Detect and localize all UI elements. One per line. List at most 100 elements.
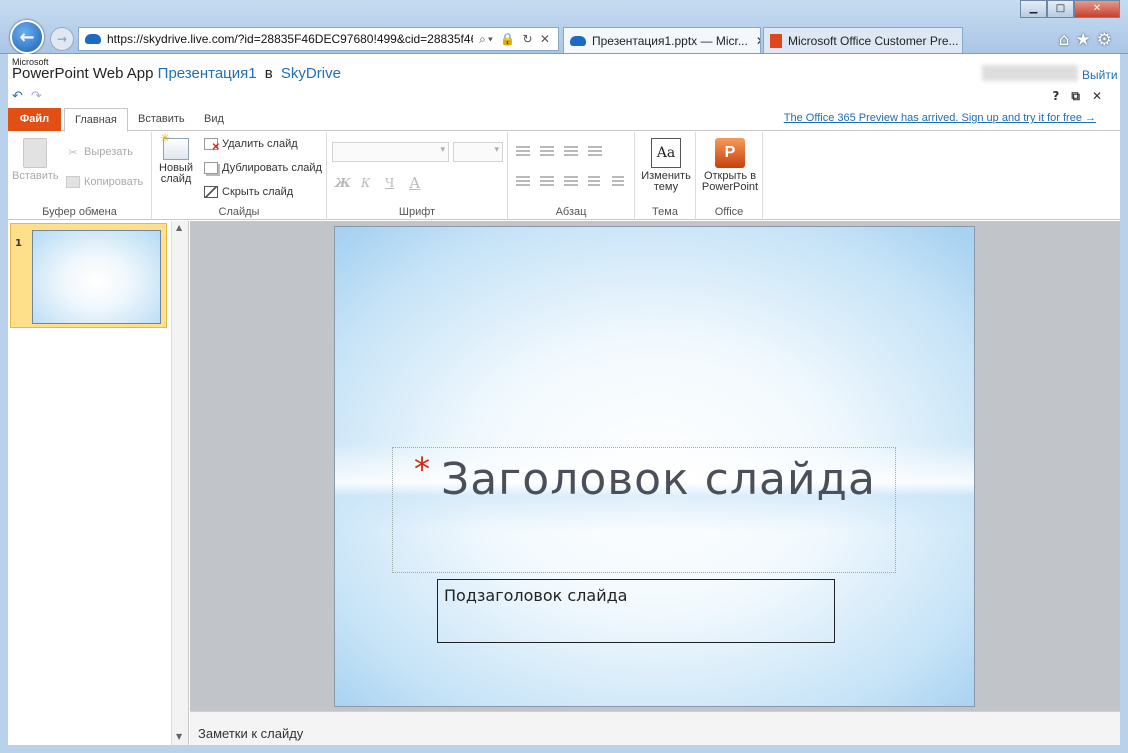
paste-icon bbox=[23, 138, 47, 168]
align-left-icon[interactable] bbox=[516, 176, 530, 188]
office365-promo-link[interactable]: The Office 365 Preview has arrived. Sign… bbox=[784, 112, 1096, 124]
thumbnails-scrollbar[interactable]: ▲ ▼ bbox=[171, 221, 188, 745]
powerpoint-icon: P bbox=[715, 138, 745, 168]
slide-number: 1 bbox=[15, 238, 22, 249]
theme-icon: Aa bbox=[651, 138, 681, 168]
sign-out-link[interactable]: Выйти bbox=[1082, 68, 1118, 82]
redo-icon[interactable]: ↷ bbox=[31, 89, 42, 104]
ltr-icon[interactable] bbox=[588, 176, 600, 188]
address-url[interactable]: https://skydrive.live.com/?id=28835F46DE… bbox=[107, 32, 473, 46]
font-group-label: Шрифт bbox=[398, 206, 436, 218]
slide: * Заголовок слайда Подзаголовок слайда bbox=[334, 226, 975, 707]
paste-label: Вставить bbox=[12, 170, 59, 182]
ribbon-tabs: Файл Главная Вставить Вид The Office 365… bbox=[8, 107, 1120, 132]
new-slide-icon: ✳ bbox=[160, 132, 189, 160]
font-size-combo[interactable] bbox=[453, 142, 503, 162]
close-tab-icon[interactable]: ✕ bbox=[748, 34, 760, 48]
office-group: P Открыть в PowerPoint Office bbox=[696, 132, 763, 220]
slide-notes[interactable]: Заметки к слайду bbox=[190, 711, 1120, 745]
minimize-button[interactable]: ▁ bbox=[1020, 0, 1047, 18]
office-icon bbox=[770, 33, 782, 48]
undo-icon[interactable]: ↶ bbox=[12, 89, 23, 104]
paragraph-group: Абзац bbox=[508, 132, 635, 220]
delete-slide-icon: ✕ bbox=[204, 138, 220, 153]
duplicate-slide-label: Дублировать слайд bbox=[222, 162, 322, 174]
powerpoint-web-app: Microsoft PowerPoint Web App Презентация… bbox=[8, 54, 1120, 745]
hide-slide-button[interactable]: Скрыть слайд bbox=[204, 186, 293, 198]
skydrive-icon bbox=[85, 34, 101, 44]
tab-home[interactable]: Главная bbox=[64, 108, 128, 132]
skydrive-icon bbox=[570, 35, 586, 46]
bullets-icon[interactable] bbox=[516, 146, 530, 158]
slide-thumbnail[interactable]: 1 bbox=[10, 223, 167, 328]
slide-title[interactable]: Заголовок слайда bbox=[441, 454, 876, 505]
clipboard-group-label: Буфер обмена bbox=[42, 206, 117, 218]
home-icon[interactable]: ⌂ bbox=[1059, 30, 1076, 50]
tab-view[interactable]: Вид bbox=[194, 108, 234, 131]
subtitle-placeholder[interactable]: Подзаголовок слайда bbox=[437, 579, 835, 643]
font-color-button[interactable]: А bbox=[409, 174, 420, 192]
change-theme-button[interactable]: Aa Изменить тему bbox=[639, 138, 693, 193]
increase-indent-icon[interactable] bbox=[588, 146, 602, 158]
app-name: PowerPoint Web App bbox=[12, 65, 154, 82]
duplicate-slide-icon bbox=[204, 162, 218, 174]
duplicate-slide-button[interactable]: Дублировать слайд bbox=[204, 162, 322, 174]
change-theme-label: Изменить тему bbox=[641, 170, 691, 193]
copy-label: Копировать bbox=[84, 176, 144, 188]
title-placeholder[interactable]: * Заголовок слайда bbox=[392, 447, 896, 573]
underline-button[interactable]: Ч bbox=[385, 176, 394, 190]
cut-label: Вырезать bbox=[84, 146, 133, 158]
browser-tab-customer-preview[interactable]: Microsoft Office Customer Pre... bbox=[763, 27, 963, 53]
delete-slide-button[interactable]: ✕ Удалить слайд bbox=[204, 138, 298, 153]
notes-placeholder: Заметки к слайду bbox=[198, 726, 304, 741]
address-tools[interactable]: ⌕▾ 🔒 ↻ ✕ bbox=[479, 32, 552, 47]
app-header: Microsoft PowerPoint Web App Презентация… bbox=[8, 54, 1120, 87]
browser-tab-presentation[interactable]: Презентация1.pptx — Micr... ✕ bbox=[563, 27, 761, 53]
align-right-icon[interactable] bbox=[564, 176, 578, 188]
maximize-button[interactable]: □ bbox=[1047, 0, 1074, 18]
cut-button[interactable]: ✂ Вырезать bbox=[66, 146, 133, 159]
theme-group-label: Тема bbox=[652, 206, 678, 218]
browser-tools: ⌂★⚙ bbox=[1059, 30, 1118, 50]
scroll-down-icon[interactable]: ▼ bbox=[176, 732, 182, 741]
slide-thumbnails-pane: 1 ▲ ▼ bbox=[8, 221, 189, 745]
close-app-icon[interactable]: ✕ bbox=[1092, 89, 1114, 103]
brand-line: PowerPoint Web App Презентация1 в SkyDri… bbox=[12, 65, 341, 82]
app-controls: ?⧉✕ bbox=[1052, 89, 1114, 104]
italic-button[interactable]: К bbox=[361, 176, 370, 190]
font-name-combo[interactable] bbox=[332, 142, 449, 162]
favorites-icon[interactable]: ★ bbox=[1076, 30, 1097, 50]
hide-slide-label: Скрыть слайд bbox=[222, 186, 294, 198]
popout-icon[interactable]: ⧉ bbox=[1071, 89, 1092, 103]
window-controls: ▁ □ ✕ bbox=[1020, 0, 1120, 18]
rtl-icon[interactable] bbox=[612, 176, 624, 188]
help-icon[interactable]: ? bbox=[1052, 89, 1071, 103]
open-in-powerpoint-button[interactable]: P Открыть в PowerPoint bbox=[700, 138, 760, 193]
font-group: Ж К Ч А Шрифт bbox=[327, 132, 508, 220]
delete-slide-label: Удалить слайд bbox=[222, 138, 298, 150]
copy-icon bbox=[66, 176, 80, 188]
scroll-up-icon[interactable]: ▲ bbox=[176, 223, 182, 232]
tab-file[interactable]: Файл bbox=[8, 108, 61, 131]
close-window-button[interactable]: ✕ bbox=[1074, 0, 1120, 18]
bold-button[interactable]: Ж bbox=[335, 176, 351, 190]
forward-button[interactable]: → bbox=[50, 27, 74, 51]
title-bullet: * bbox=[414, 450, 430, 488]
slide-thumbnail-image bbox=[32, 230, 161, 324]
paste-button[interactable]: Вставить bbox=[12, 138, 59, 182]
skydrive-link[interactable]: SkyDrive bbox=[281, 65, 341, 82]
numbering-icon[interactable] bbox=[540, 146, 554, 158]
document-link[interactable]: Презентация1 bbox=[158, 65, 257, 82]
user-name bbox=[982, 65, 1078, 81]
align-center-icon[interactable] bbox=[540, 176, 554, 188]
tab-insert[interactable]: Вставить bbox=[128, 108, 195, 131]
settings-icon[interactable]: ⚙ bbox=[1097, 30, 1118, 50]
address-bar[interactable]: https://skydrive.live.com/?id=28835F46DE… bbox=[78, 27, 559, 51]
decrease-indent-icon[interactable] bbox=[564, 146, 578, 158]
clipboard-group: Вставить ✂ Вырезать Копировать Буфер обм… bbox=[8, 132, 152, 220]
back-button[interactable]: ← bbox=[10, 20, 44, 54]
copy-button[interactable]: Копировать bbox=[66, 176, 143, 188]
slide-subtitle[interactable]: Подзаголовок слайда bbox=[444, 586, 627, 605]
new-slide-button[interactable]: ✳ Новый слайд bbox=[156, 132, 196, 185]
office-group-label: Office bbox=[714, 206, 744, 218]
